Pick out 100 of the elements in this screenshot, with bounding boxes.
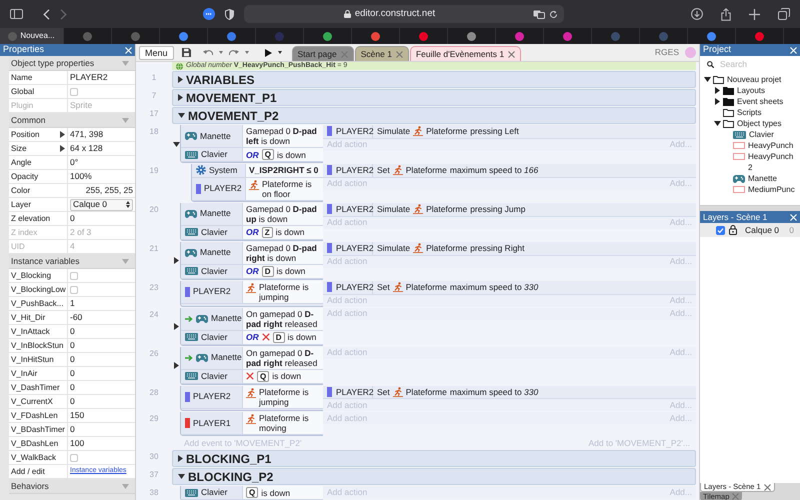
checkbox[interactable]	[70, 272, 78, 280]
condition[interactable]: On gamepad 0 D-pad right released	[243, 346, 323, 368]
condition[interactable]: OR Z is down	[243, 226, 323, 239]
section-header[interactable]: Common	[9, 113, 135, 128]
menu-button[interactable]: Menu	[139, 46, 174, 60]
group-header[interactable]: MOVEMENT_P1	[172, 89, 696, 106]
condition-object[interactable]: PLAYER2	[192, 178, 246, 200]
folder-icon	[723, 86, 734, 94]
play-icon[interactable]	[264, 48, 272, 56]
shield-icon[interactable]	[225, 8, 234, 20]
close-icon[interactable]	[508, 50, 516, 58]
tree-item[interactable]: HeavyPunch 2	[748, 151, 800, 173]
property-value: 0	[70, 367, 75, 380]
behavior-name: Plateforme	[426, 125, 468, 138]
runner-icon	[246, 414, 256, 424]
condition-object[interactable]: Clavier	[181, 486, 243, 500]
layer-row[interactable]: Calque 0 0	[700, 223, 800, 237]
expand-arrow-icon[interactable]	[178, 76, 183, 83]
share-icon[interactable]	[721, 8, 731, 20]
tree-item[interactable]: MediumPunc	[748, 184, 795, 195]
object-name: Clavier	[201, 330, 228, 344]
condition[interactable]: Gamepad 0 D-pad right is down	[243, 242, 323, 264]
action[interactable]: PLAYER2 Set Plateforme maximum speed to 330	[323, 386, 696, 400]
action[interactable]: PLAYER2 Set Plateforme maximum speed to 166	[323, 164, 696, 178]
expand-arrow-icon[interactable]	[714, 87, 720, 94]
collapse-arrow-icon[interactable]	[172, 142, 180, 146]
extension-icon[interactable]	[203, 8, 215, 20]
checkbox[interactable]	[70, 88, 78, 96]
group-header[interactable]: VARIABLES	[172, 71, 696, 88]
expand-arrow-icon[interactable]	[174, 362, 178, 369]
group-header[interactable]: BLOCKING_P2	[172, 468, 696, 486]
gamepad-icon	[196, 354, 208, 362]
collapse-arrow-icon[interactable]	[704, 77, 710, 82]
expand-arrow-icon[interactable]	[178, 94, 183, 101]
tree-item[interactable]: Scripts	[737, 107, 762, 118]
condition[interactable]: On gamepad 0 D-pad right released	[243, 308, 323, 330]
checkbox[interactable]	[70, 286, 78, 294]
save-icon[interactable]	[182, 48, 191, 57]
tree-item[interactable]: Event sheets	[737, 96, 784, 107]
editor-tab[interactable]: Start page	[292, 46, 354, 61]
new-tab-icon[interactable]	[749, 8, 760, 20]
condition[interactable]: Plateforme is jumping	[243, 280, 323, 303]
tabs-overview-icon[interactable]	[778, 8, 790, 20]
condition-object[interactable]: PLAYER1	[181, 412, 243, 434]
browser-tab[interactable]: Nouvea...	[0, 28, 64, 44]
property-label: Plugin	[11, 100, 34, 112]
condition[interactable]: OR D is down	[243, 264, 323, 278]
undo-icon[interactable]	[202, 49, 213, 56]
condition[interactable]: OR Q is down	[243, 148, 323, 161]
checkbox[interactable]	[716, 226, 725, 234]
condition[interactable]: Q is down	[243, 486, 323, 500]
back-icon[interactable]	[43, 8, 50, 20]
expand-arrow-icon[interactable]	[174, 323, 178, 330]
tree-item[interactable]: Clavier	[749, 129, 774, 140]
behavior-name: Plateforme	[426, 202, 468, 216]
tree-item[interactable]: Manette	[748, 173, 777, 184]
action[interactable]: PLAYER2 Simulate Plateforme pressing Left	[323, 125, 696, 139]
condition-object[interactable]: Clavier	[181, 148, 243, 161]
tree-item[interactable]: Layouts	[737, 85, 766, 96]
condition[interactable]: Gamepad 0 D-pad left is down	[243, 125, 323, 147]
tree-item[interactable]: Nouveau projet	[727, 74, 782, 85]
close-icon[interactable]	[764, 484, 771, 490]
expand-arrow-icon[interactable]	[174, 257, 178, 264]
condition[interactable]: Gamepad 0 D-pad up is down	[243, 202, 323, 225]
layer-name: Calque 0	[745, 224, 780, 236]
download-icon[interactable]	[691, 8, 703, 20]
translate-icon[interactable]	[533, 10, 545, 18]
expand-arrow-icon[interactable]	[714, 98, 720, 105]
editor-tab[interactable]: Scène 1	[354, 46, 409, 61]
condition[interactable]: Q is down	[243, 370, 323, 382]
condition[interactable]: Plateforme is moving	[243, 412, 323, 434]
section-header[interactable]: Object type properties	[9, 56, 135, 71]
condition[interactable]: Plateforme is on floor	[246, 178, 323, 200]
condition[interactable]: V_ISP2RIGHT ≤ 0	[246, 164, 323, 177]
section-header[interactable]: Instance variables	[9, 254, 135, 269]
condition[interactable]: OR D is down	[243, 330, 323, 344]
condition-object[interactable]: Clavier	[181, 264, 243, 278]
action[interactable]: PLAYER2 Set Plateforme maximum speed to 330	[323, 280, 696, 294]
caret-icon[interactable]	[278, 51, 282, 54]
action[interactable]: PLAYER2 Simulate Plateforme pressing Jump	[323, 202, 696, 216]
redo-icon[interactable]	[228, 49, 239, 56]
collapse-arrow-icon[interactable]	[178, 113, 185, 118]
checkbox[interactable]	[70, 454, 78, 462]
section-header[interactable]: Behaviors	[9, 479, 135, 494]
condition[interactable]: Plateforme is jumping	[243, 386, 323, 408]
tree-item[interactable]: Object types	[737, 118, 782, 129]
collapse-arrow-icon[interactable]	[178, 474, 185, 480]
collapse-arrow-icon[interactable]	[714, 121, 720, 126]
action[interactable]: PLAYER2 Simulate Plateforme pressing Right	[323, 242, 696, 256]
reload-icon[interactable]	[549, 10, 558, 18]
editor-tab[interactable]: Feuille d'Evènements 1	[410, 46, 522, 61]
layer-index: 0	[789, 224, 794, 236]
tree-item[interactable]: HeavyPunch	[748, 140, 794, 151]
condition-object[interactable]: Clavier	[181, 226, 243, 239]
expand-arrow-icon[interactable]	[178, 455, 183, 462]
address-field[interactable]: editor.construct.net	[244, 5, 564, 23]
layer-dropdown[interactable]: Calque 0	[70, 198, 133, 210]
group-header[interactable]: BLOCKING_P1	[172, 450, 696, 468]
group-header[interactable]: MOVEMENT_P2	[172, 107, 696, 124]
sidebar-icon[interactable]	[10, 9, 23, 19]
